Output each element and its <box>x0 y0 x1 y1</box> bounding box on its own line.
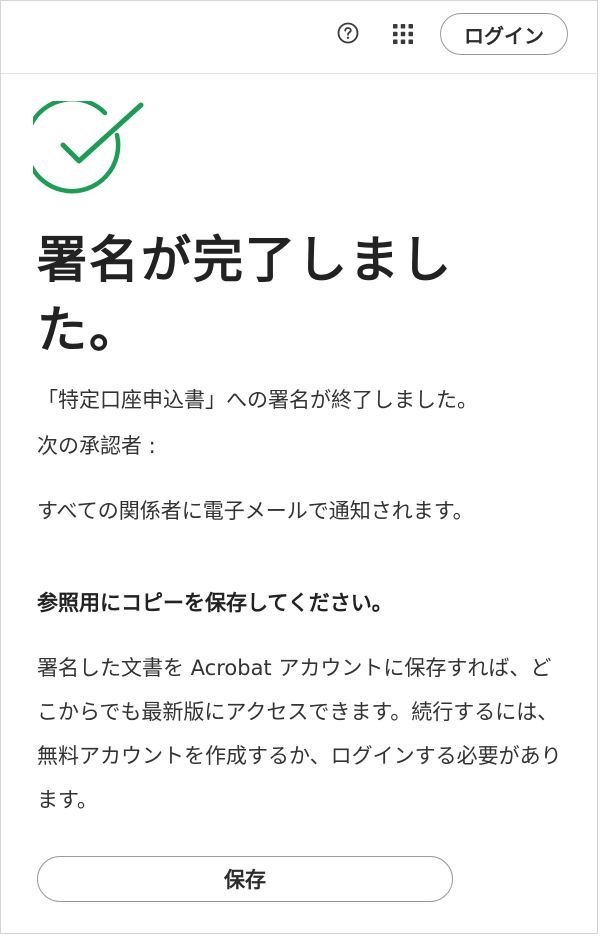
top-bar: ログイン <box>1 1 599 74</box>
page-frame: ログイン 署名が完了しました。 「特定口座申込書」への署名が終了しました。 次の… <box>0 0 599 934</box>
help-icon[interactable] <box>337 22 359 44</box>
next-approver-label: 次の承認者 : <box>37 434 156 458</box>
page-title: 署名が完了しました。 <box>37 231 453 359</box>
account-description-text: 署名した文書を Acrobat アカウントに保存すれば、どこからでも最新版にアク… <box>37 656 562 812</box>
save-copy-heading: 参照用にコピーを保存してください。 <box>37 591 393 615</box>
login-button[interactable]: ログイン <box>440 13 568 55</box>
notification-text: すべての関係者に電子メールで通知されます。 <box>37 499 474 523</box>
document-status-text: 「特定口座申込書」への署名が終了しました。 <box>37 388 478 412</box>
checkmark-circle-icon <box>33 101 144 194</box>
save-button[interactable]: 保存 <box>37 856 453 902</box>
apps-grid-icon[interactable] <box>391 22 415 46</box>
